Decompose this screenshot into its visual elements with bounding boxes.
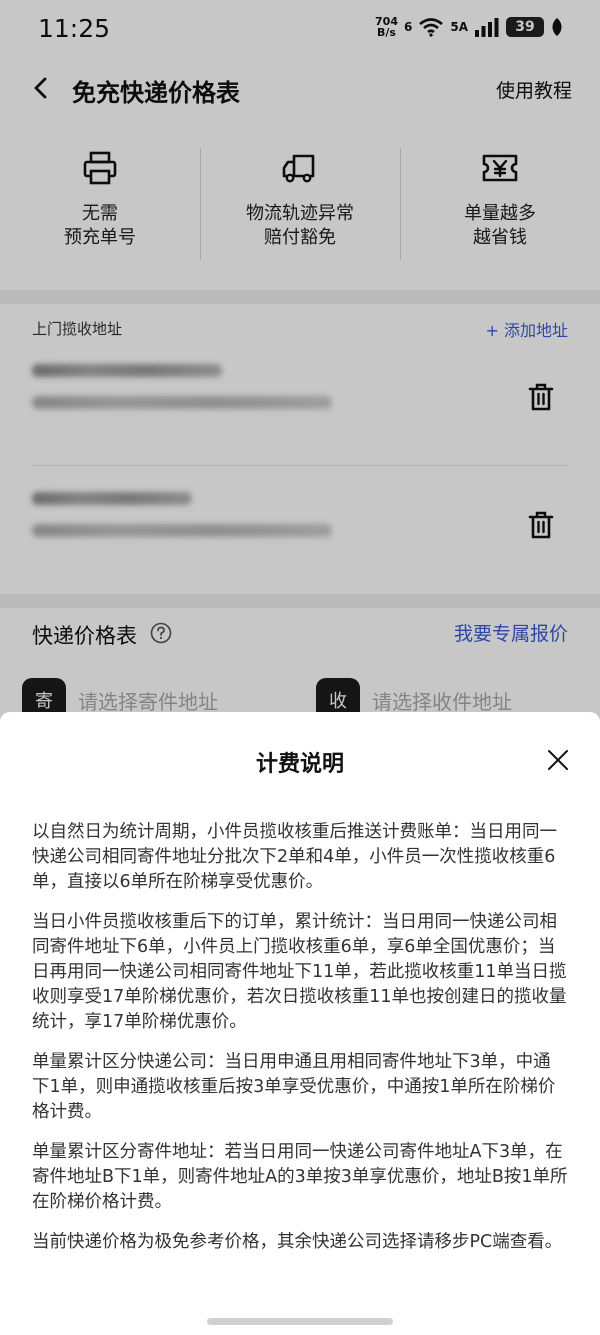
billing-rule-paragraph: 当日小件员揽收核重后下的订单，累计统计：当日用同一快递公司相同寄件地址下6单，小… [32,912,567,1032]
billing-rule-paragraph: 以自然日为统计周期，小件员揽收核重后推送计费账单：当日用同一快递公司相同寄件地址… [32,822,557,892]
home-indicator[interactable] [207,1318,393,1325]
billing-rule-paragraph: 单量累计区分寄件地址：若当日用同一快递公司寄件地址A下3单，在寄件地址B下1单，… [32,1142,568,1212]
billing-info-sheet: 计费说明 以自然日为统计周期，小件员揽收核重后推送计费账单：当日用同一快递公司相… [0,712,600,1335]
sheet-body: 以自然日为统计周期，小件员揽收核重后推送计费账单：当日用同一快递公司相同寄件地址… [32,820,568,1270]
billing-rule-paragraph: 当前快递价格为极免参考价格，其余快递公司选择请移步PC端查看。 [32,1232,563,1252]
sheet-title: 计费说明 [255,752,344,777]
billing-rule-paragraph: 单量累计区分快递公司：当日用申通且用相同寄件地址下3单，中通下1单，则申通揽收核… [32,1052,556,1122]
close-icon[interactable] [546,748,570,772]
